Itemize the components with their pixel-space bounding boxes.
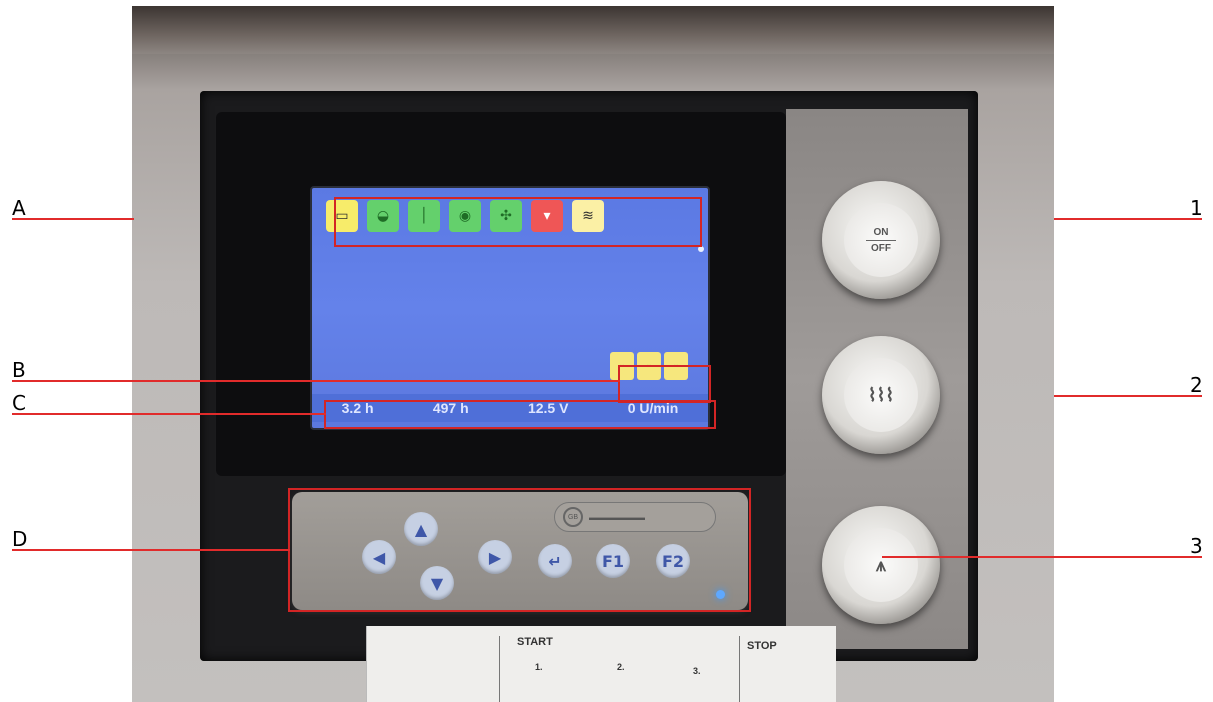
callout-box-a — [334, 197, 702, 247]
label-divider-left — [499, 636, 500, 702]
instruction-label: START STOP 1. 2. 3. — [366, 626, 836, 702]
label-divider-right — [739, 636, 740, 702]
callout-line-a — [12, 218, 134, 220]
fuel-pump-button-face: ⩚ — [844, 528, 918, 602]
callout-label-2: 2 — [1190, 373, 1203, 397]
on-off-button-face: ON OFF — [844, 203, 918, 277]
stop-label: STOP — [747, 640, 777, 652]
callout-box-b — [618, 365, 711, 403]
fuel-pump-button[interactable]: ⩚ — [822, 506, 940, 624]
start-label: START — [517, 636, 553, 648]
callout-line-c — [12, 413, 326, 415]
on-label: ON — [873, 226, 889, 238]
callout-label-d: D — [12, 527, 28, 551]
callout-box-d — [288, 488, 751, 612]
callout-box-c — [324, 400, 716, 429]
preheat-button[interactable]: ⌇⌇⌇ — [822, 336, 940, 454]
device-top-edge — [132, 6, 1054, 54]
callout-line-d — [12, 549, 290, 551]
callout-line-2 — [1054, 395, 1202, 397]
callout-label-b: B — [12, 358, 26, 382]
preheat-button-face: ⌇⌇⌇ — [844, 358, 918, 432]
callout-label-3: 3 — [1190, 534, 1203, 558]
step-2-label: 2. — [617, 662, 625, 672]
callout-label-c: C — [12, 391, 26, 415]
off-label: OFF — [871, 242, 891, 254]
callout-line-b — [12, 380, 620, 382]
callout-line-3 — [882, 556, 1202, 558]
callout-label-1: 1 — [1190, 196, 1203, 220]
callout-label-a: A — [12, 196, 26, 220]
on-off-button[interactable]: ON OFF — [822, 181, 940, 299]
step-3-label: 3. — [693, 666, 701, 676]
callout-line-1 — [1054, 218, 1202, 220]
glow-coil-icon: ⌇⌇⌇ — [867, 384, 895, 405]
step-1-label: 1. — [535, 662, 543, 672]
